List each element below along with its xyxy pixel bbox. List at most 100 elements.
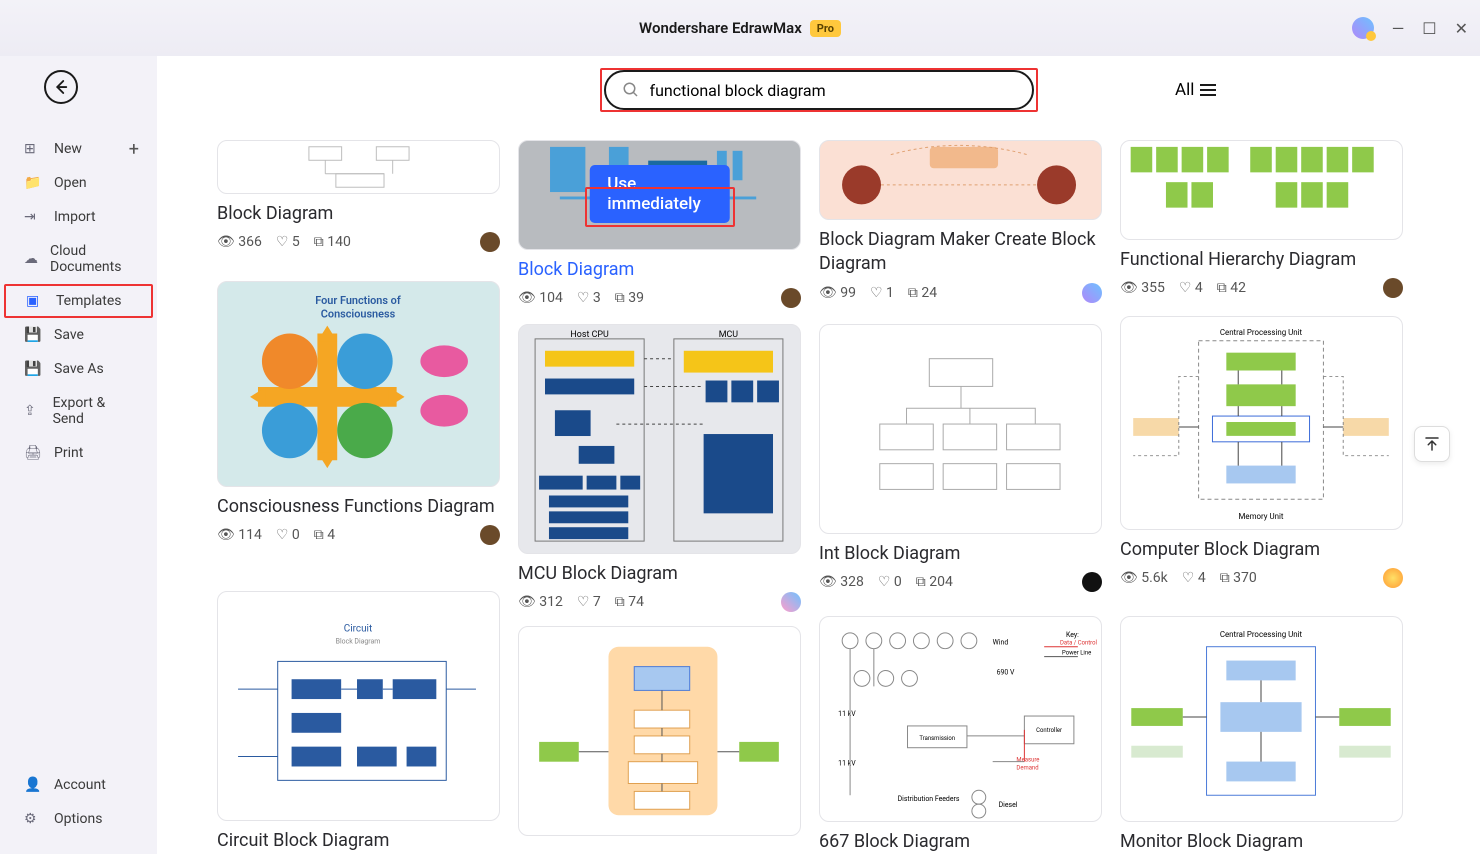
svg-text:Memory Unit: Memory Unit <box>1239 512 1284 521</box>
template-card[interactable]: Central Processing Unit Monitor Block Di… <box>1120 616 1403 854</box>
template-card[interactable]: Four Functions of Consciousness Consciou… <box>217 281 500 545</box>
template-thumb <box>1120 140 1403 240</box>
author-avatar[interactable] <box>480 232 500 252</box>
close-icon[interactable]: ✕ <box>1455 19 1468 38</box>
use-immediately-button[interactable]: Use immediately <box>589 165 730 223</box>
sidebar-item-label: Export & Send <box>53 395 133 427</box>
sidebar-item-export[interactable]: ⇪ Export & Send <box>0 386 157 436</box>
template-thumb: Central Processing Unit <box>1120 616 1403 822</box>
sidebar-item-save-as[interactable]: 💾 Save As <box>0 352 157 386</box>
diagram-preview-icon <box>820 141 1101 219</box>
sidebar-item-import[interactable]: ⇥ Import <box>0 200 157 234</box>
sidebar-item-open[interactable]: 📁 Open <box>0 166 157 200</box>
author-avatar[interactable] <box>1383 278 1403 298</box>
sidebar-item-save[interactable]: 💾 Save <box>0 318 157 352</box>
diagram-preview-icon <box>1121 141 1402 239</box>
copy-icon: ⧉ 140 <box>314 234 351 250</box>
heart-icon: ♡ 4 <box>1182 570 1206 586</box>
sidebar-item-label: Print <box>54 445 83 461</box>
author-avatar[interactable] <box>781 288 801 308</box>
sidebar-item-label: Import <box>54 209 96 225</box>
svg-text:Circuit: Circuit <box>344 624 372 635</box>
template-thumb <box>819 140 1102 220</box>
svg-text:Central Processing Unit: Central Processing Unit <box>1220 630 1303 639</box>
svg-text:Demand: Demand <box>1016 765 1038 772</box>
card-title: Computer Block Diagram <box>1120 538 1403 562</box>
scroll-top-button[interactable] <box>1414 426 1450 462</box>
heart-icon: ♡ 5 <box>276 234 300 250</box>
svg-text:Distribution Feeders: Distribution Feeders <box>898 795 960 803</box>
template-card[interactable]: Functional Hierarchy Diagram 👁 355 ♡ 4 ⧉… <box>1120 140 1403 298</box>
sidebar-item-cloud[interactable]: ☁ Cloud Documents <box>0 234 157 284</box>
plus-icon[interactable]: + <box>129 139 139 160</box>
diagram-preview-icon <box>820 325 1101 533</box>
sidebar-item-label: Templates <box>56 293 122 309</box>
template-card[interactable]: Central Processing Unit Memory Unit Comp… <box>1120 316 1403 588</box>
diagram-preview-icon: Host CPUMCU <box>519 325 800 553</box>
template-card-hovered[interactable]: Use immediately Block Diagram 👁 104 ♡ 3 … <box>518 140 801 308</box>
card-stats: 👁 5.6k ♡ 4 ⧉ 370 <box>1120 568 1403 588</box>
template-card[interactable]: Host CPUMCU MCU Block Diagram 👁 312 ♡ 7 … <box>518 324 801 612</box>
maximize-icon[interactable]: ☐ <box>1422 19 1436 38</box>
template-card[interactable]: Block Diagram 👁 366 ♡ 5 ⧉ 140 <box>217 140 500 252</box>
diagram-preview-icon: Central Processing Unit <box>1121 617 1402 821</box>
template-card[interactable]: Block Diagram Maker Create Block Diagram… <box>819 140 1102 303</box>
card-title: Block Diagram Maker Create Block Diagram <box>819 228 1102 277</box>
author-avatar[interactable] <box>1082 283 1102 303</box>
app-title-wrap: Wondershare EdrawMax Pro <box>639 19 841 37</box>
eye-icon: 👁 5.6k <box>1120 570 1168 586</box>
export-icon: ⇪ <box>24 403 41 419</box>
sidebar: ⊞ New + 📁 Open ⇥ Import ☁ Cloud Document… <box>0 56 157 854</box>
card-stats: 👁 114 ♡ 0 ⧉ 4 <box>217 525 500 545</box>
eye-icon: 👁 366 <box>217 234 262 250</box>
eye-icon: 👁 114 <box>217 527 262 543</box>
import-icon: ⇥ <box>24 209 42 225</box>
template-card[interactable] <box>518 626 801 836</box>
svg-text:Diesel: Diesel <box>999 801 1018 809</box>
sidebar-item-new[interactable]: ⊞ New + <box>0 132 157 166</box>
sidebar-item-options[interactable]: ⚙ Options <box>0 802 157 836</box>
main-area: All Block Diagram 👁 366 ♡ 5 <box>157 56 1480 854</box>
card-stats: 👁 355 ♡ 4 ⧉ 42 <box>1120 278 1403 298</box>
template-thumb: Circuit Block Diagram <box>217 591 500 821</box>
svg-text:Transmission: Transmission <box>919 735 955 742</box>
template-card[interactable]: Wind Key: Data / Control Power Line 690 … <box>819 616 1102 854</box>
svg-text:Four Functions of: Four Functions of <box>315 294 401 307</box>
sidebar-item-print[interactable]: 🖨 Print <box>0 436 157 470</box>
author-avatar[interactable] <box>781 592 801 612</box>
minimize-icon[interactable]: — <box>1392 19 1405 38</box>
eye-icon: 👁 104 <box>518 290 563 306</box>
card-title: Circuit Block Diagram <box>217 829 500 853</box>
sidebar-item-label: Open <box>54 175 87 191</box>
folder-icon: 📁 <box>24 175 42 191</box>
svg-text:Power Line: Power Line <box>1062 650 1091 657</box>
card-stats: 👁 312 ♡ 7 ⧉ 74 <box>518 592 801 612</box>
author-avatar[interactable] <box>1383 568 1403 588</box>
user-avatar-icon[interactable] <box>1352 17 1374 39</box>
pro-badge: Pro <box>810 20 841 37</box>
sidebar-item-label: Save <box>54 327 84 343</box>
svg-text:Data / Control: Data / Control <box>1060 640 1097 647</box>
account-icon: 👤 <box>24 777 42 793</box>
template-thumb <box>217 140 500 194</box>
author-avatar[interactable] <box>1082 572 1102 592</box>
card-title: 667 Block Diagram <box>819 830 1102 854</box>
template-thumb: Central Processing Unit Memory Unit <box>1120 316 1403 530</box>
template-card[interactable]: Circuit Block Diagram Circuit Block Diag… <box>217 591 500 853</box>
arrow-left-icon <box>52 78 70 96</box>
author-avatar[interactable] <box>480 525 500 545</box>
template-thumb: Wind Key: Data / Control Power Line 690 … <box>819 616 1102 822</box>
template-thumb: Use immediately <box>518 140 801 250</box>
sidebar-item-account[interactable]: 👤 Account <box>0 768 157 802</box>
card-title: Int Block Diagram <box>819 542 1102 566</box>
back-button[interactable] <box>44 70 78 104</box>
template-thumb: Four Functions of Consciousness <box>217 281 500 487</box>
sidebar-item-label: Cloud Documents <box>50 243 133 275</box>
sidebar-item-templates[interactable]: ▣ Templates <box>4 284 153 318</box>
template-card[interactable]: Int Block Diagram 👁 328 ♡ 0 ⧉ 204 <box>819 324 1102 592</box>
diagram-preview-icon: Circuit Block Diagram <box>218 592 499 820</box>
copy-icon: ⧉ 39 <box>615 290 644 306</box>
svg-text:11 kV: 11 kV <box>838 760 856 768</box>
copy-icon: ⧉ 24 <box>908 285 937 301</box>
card-stats: 👁 104 ♡ 3 ⧉ 39 <box>518 288 801 308</box>
